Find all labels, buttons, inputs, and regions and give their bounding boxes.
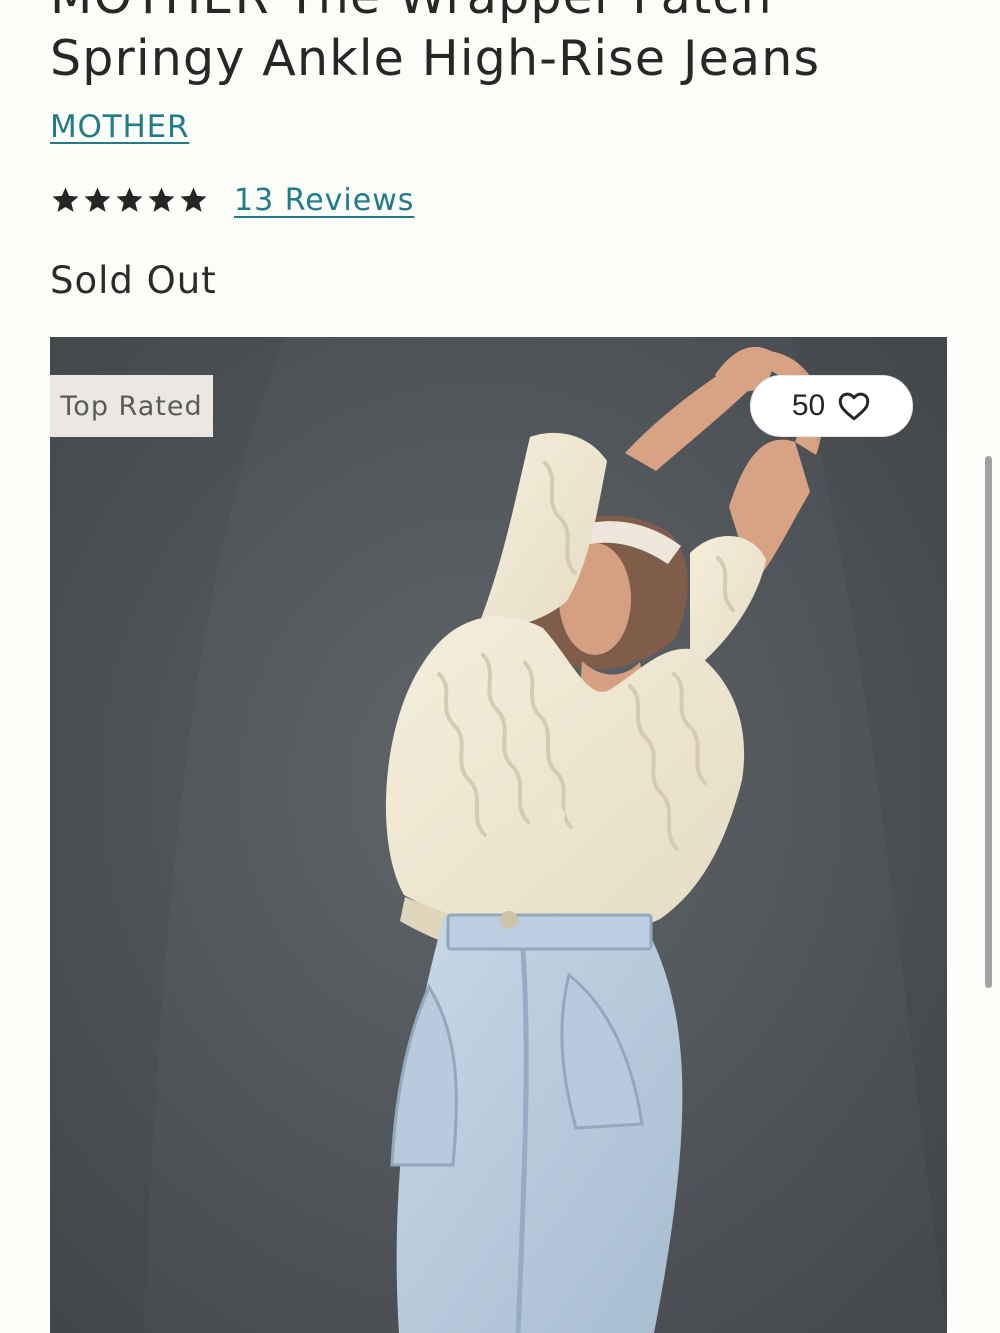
favorite-button[interactable]: 50 (750, 375, 913, 437)
product-title: MOTHER The Wrapper Patch Springy Ankle H… (50, 0, 950, 90)
star-icon (52, 186, 79, 212)
product-photo (50, 337, 947, 1333)
product-title-line-2: Springy Ankle High-Rise Jeans (50, 30, 821, 87)
stock-status: Sold Out (50, 259, 217, 302)
star-icon (116, 186, 143, 212)
brand-link[interactable]: MOTHER (50, 109, 189, 145)
star-icon (148, 186, 175, 212)
top-rated-badge: Top Rated (50, 375, 213, 437)
product-image[interactable]: Top Rated 50 (50, 337, 947, 1333)
star-icon (180, 186, 207, 212)
scrollbar[interactable] (985, 456, 992, 988)
rating-stars (50, 185, 209, 216)
reviews-link[interactable]: 13 Reviews (234, 183, 414, 218)
product-page: MOTHER The Wrapper Patch Springy Ankle H… (0, 0, 1000, 1333)
product-title-line-1: MOTHER The Wrapper Patch (50, 0, 773, 25)
product-rating: 13 Reviews (50, 178, 414, 222)
favorite-count: 50 (791, 389, 826, 422)
heart-outline-icon (838, 392, 870, 421)
star-icon (84, 186, 111, 212)
